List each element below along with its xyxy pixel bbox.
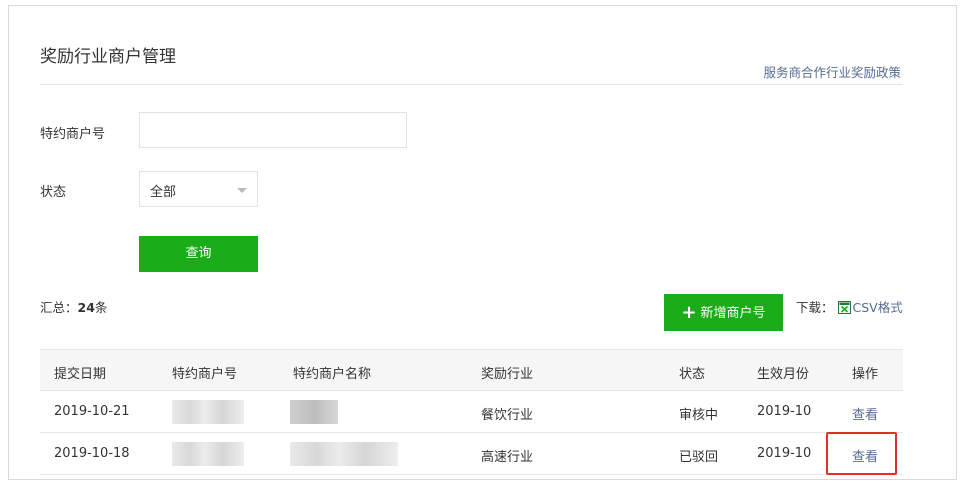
merchant-table: 提交日期 特约商户号 特约商户名称 奖励行业 状态 生效月份 操作 2019-1… xyxy=(40,349,903,475)
redacted-merchant-id xyxy=(172,400,244,424)
summary-count: 汇总：24条 xyxy=(40,297,107,316)
page-title: 奖励行业商户管理 xyxy=(40,47,176,67)
redacted-merchant-id xyxy=(172,442,244,466)
header-merchant-name: 特约商户名称 xyxy=(293,367,372,382)
summary-suffix: 条 xyxy=(94,300,108,315)
header-status: 状态 xyxy=(679,367,706,382)
csv-download-link[interactable]: CSV格式 xyxy=(837,300,903,315)
redacted-merchant-name xyxy=(290,400,338,424)
add-merchant-button[interactable]: + 新增商户号 xyxy=(664,294,783,331)
view-link[interactable]: 查看 xyxy=(852,446,878,465)
csv-link-label: CSV格式 xyxy=(852,300,903,315)
row-reward-industry: 餐饮行业 xyxy=(481,408,534,423)
row-status: 已驳回 xyxy=(679,450,719,465)
row-effective-month: 2019-10 xyxy=(757,404,812,419)
merchant-id-label: 特约商户号 xyxy=(40,127,106,142)
summary-number: 24 xyxy=(77,300,95,315)
view-link[interactable]: 查看 xyxy=(852,404,878,423)
row-reward-industry: 高速行业 xyxy=(481,450,534,465)
download-label: 下载： xyxy=(796,300,834,315)
row-submit-date: 2019-10-18 xyxy=(54,446,130,461)
row-status: 审核中 xyxy=(679,408,719,423)
header-effective-month: 生效月份 xyxy=(757,367,810,382)
plus-icon: + xyxy=(681,302,697,323)
header-submit-date: 提交日期 xyxy=(54,367,107,382)
download-area: 下载： CSV格式 xyxy=(796,297,903,316)
header-action: 操作 xyxy=(852,367,879,382)
table-header-row: 提交日期 特约商户号 特约商户名称 奖励行业 状态 生效月份 操作 xyxy=(40,349,903,391)
add-merchant-label: 新增商户号 xyxy=(700,306,766,321)
summary-prefix: 汇总： xyxy=(40,300,78,315)
redacted-merchant-name xyxy=(290,442,398,466)
status-label: 状态 xyxy=(40,185,67,200)
query-button[interactable]: 查询 xyxy=(139,236,258,272)
header-reward-industry: 奖励行业 xyxy=(481,367,534,382)
industry-policy-link[interactable]: 服务商合作行业奖励政策 xyxy=(763,62,901,81)
table-row: 2019-10-18 高速行业 已驳回 2019-10 查看 xyxy=(40,433,903,475)
merchant-management-panel: 奖励行业商户管理 服务商合作行业奖励政策 特约商户号 状态 全部 查询 汇总：2… xyxy=(8,5,957,480)
row-submit-date: 2019-10-21 xyxy=(54,404,130,419)
status-select-value: 全部 xyxy=(150,185,177,200)
table-row: 2019-10-21 餐饮行业 审核中 2019-10 查看 xyxy=(40,391,903,433)
status-select[interactable]: 全部 xyxy=(139,171,258,207)
header-merchant-id: 特约商户号 xyxy=(172,367,238,382)
chevron-down-icon xyxy=(237,188,247,193)
excel-file-icon xyxy=(837,301,851,314)
title-divider xyxy=(40,84,903,85)
row-effective-month: 2019-10 xyxy=(757,446,812,461)
merchant-id-input[interactable] xyxy=(139,112,407,148)
